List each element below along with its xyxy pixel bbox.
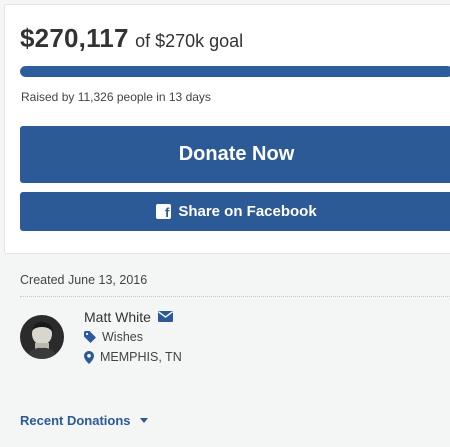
donate-now-label: Donate Now xyxy=(178,143,295,165)
envelope-icon[interactable] xyxy=(157,309,173,325)
donate-now-button[interactable]: Donate Now xyxy=(20,126,450,183)
avatar[interactable] xyxy=(20,315,64,359)
caret-down-icon xyxy=(139,418,148,423)
created-date: Created June 13, 2016 xyxy=(20,273,148,287)
recent-donations-toggle[interactable]: Recent Donations xyxy=(20,413,148,428)
progress-bar xyxy=(20,66,450,77)
location-row: MEMPHIS, TN xyxy=(84,350,182,364)
campaign-card: $270,117 of $270k goal Raised by 11,326 … xyxy=(4,4,450,254)
map-pin-icon xyxy=(84,350,94,364)
tag-icon xyxy=(84,331,96,343)
recent-donations-label: Recent Donations xyxy=(20,413,131,428)
raised-by-text: Raised by 11,326 people in 13 days xyxy=(21,90,211,104)
raised-amount: $270,117 xyxy=(20,23,129,53)
organizer-row: Matt White xyxy=(84,309,173,325)
progress-fill xyxy=(20,66,450,77)
goal-text: of $270k goal xyxy=(135,31,244,51)
location-text: MEMPHIS, TN xyxy=(100,350,182,364)
category-text[interactable]: Wishes xyxy=(102,330,143,344)
share-label: Share on Facebook xyxy=(178,203,317,220)
divider xyxy=(20,296,450,297)
organizer-name[interactable]: Matt White xyxy=(84,309,151,325)
amount-line: $270,117 of $270k goal xyxy=(20,23,243,54)
facebook-icon: f xyxy=(156,204,172,220)
share-on-facebook-button[interactable]: f Share on Facebook xyxy=(20,192,450,231)
category-row: Wishes xyxy=(84,330,143,344)
